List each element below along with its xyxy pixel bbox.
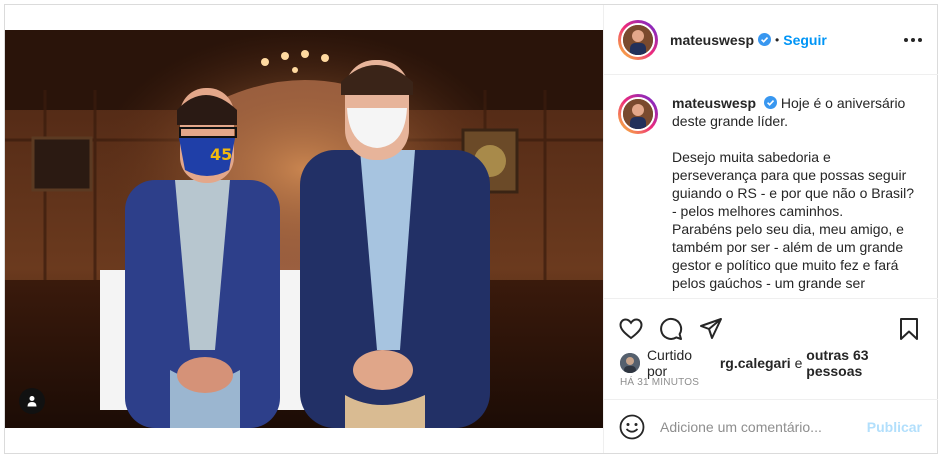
action-bar [604,298,938,346]
caption-author-avatar[interactable] [618,94,658,134]
caption-username[interactable]: mateuswesp [672,95,756,111]
liked-by-user[interactable]: rg.calegari [720,355,791,371]
caption-line: perseverança para que possas seguir [672,167,907,183]
user-tag-icon[interactable] [19,388,45,414]
liked-by: Curtido por rg.calegari e outras 63 pess… [620,347,928,379]
caption-comment: mateuswesp Hoje é o aniversário deste gr… [618,94,922,292]
caption-line: deste grande líder. [672,113,788,129]
post-side-panel: mateuswesp • Seguir mateuswesp Hoje é o … [603,5,938,453]
liker-avatar[interactable] [620,353,640,373]
liked-by-joiner: e [794,355,803,371]
follow-button[interactable]: Seguir [783,32,827,48]
separator-dot: • [775,32,780,47]
caption-line: Hoje é o aniversário [780,95,906,111]
add-comment-bar: Adicione um comentário... Publicar [604,399,938,453]
avatar-image [621,22,655,57]
person-icon [27,396,37,407]
bookmark-icon[interactable] [896,316,922,342]
verified-badge-icon [758,33,772,46]
comment-input[interactable]: Adicione um comentário... [660,419,867,435]
caption-line: também por ser - além de um grande [672,239,904,255]
photo-illustration: 45 [5,30,603,428]
caption-line: Parabéns pelo seu dia, meu amigo, e [672,221,904,237]
post-photo[interactable]: 45 [5,30,603,428]
post-header: mateuswesp • Seguir [604,5,938,75]
smiley-icon[interactable] [618,413,646,441]
more-options-icon[interactable] [904,37,922,42]
verified-badge-icon [763,96,777,109]
author-username[interactable]: mateuswesp [670,32,754,48]
post-timestamp[interactable]: HÁ 31 MINUTOS [620,377,699,388]
liked-by-others[interactable]: outras 63 pessoas [806,347,928,379]
post-card: 45 mateuswesp • Seguir mateuswesp Hoje é… [4,4,938,454]
caption-line: guiando o RS - e por que não o Brasil? [672,185,915,201]
caption-line: - pelos melhores caminhos. [672,203,844,219]
caption-area: mateuswesp Hoje é o aniversário deste gr… [604,76,938,298]
liked-by-prefix: Curtido por [646,347,693,379]
paper-plane-icon[interactable] [698,316,724,342]
comment-bubble-icon[interactable] [658,316,684,342]
caption-text: mateuswesp Hoje é o aniversário deste gr… [672,94,917,292]
caption-line: Desejo muita sabedoria e [672,149,831,165]
heart-icon[interactable] [618,316,644,342]
svg-text:45: 45 [210,145,232,164]
author-avatar[interactable] [618,19,658,60]
publish-button[interactable]: Publicar [867,419,922,435]
caption-line: pelos gaúchos - um grande ser [672,275,865,291]
caption-line: gestor e político que muito fez e fará [672,257,899,273]
